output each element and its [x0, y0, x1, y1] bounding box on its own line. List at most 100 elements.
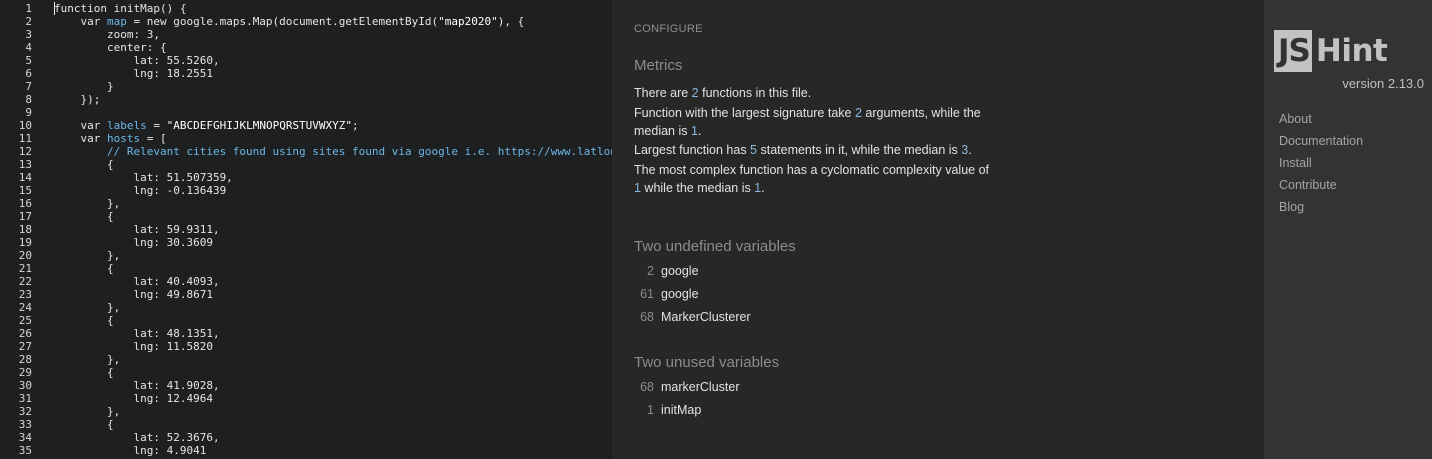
version-label: version 2.13.0	[1342, 76, 1424, 91]
metrics-title: Metrics	[634, 57, 683, 74]
jshint-logo[interactable]: JS Hint	[1274, 30, 1388, 74]
code-token: lat: 59.9311,	[54, 223, 220, 236]
code-content[interactable]: function initMap() { var map = new googl…	[54, 2, 612, 459]
line-number: 8	[25, 93, 32, 106]
code-token: =	[146, 119, 167, 132]
line-number: 29	[18, 366, 32, 379]
code-line[interactable]: lng: 4.9041	[54, 444, 612, 457]
code-token: {	[54, 314, 114, 327]
line-number: 1	[25, 2, 32, 15]
sidebar-item-about[interactable]: About	[1279, 108, 1363, 130]
code-line[interactable]: lat: 55.5260,	[54, 54, 612, 67]
code-token: {	[54, 366, 114, 379]
code-editor[interactable]: 1 2 3 4 5 6 7 8 9 10 11 12 13 14 15 16 17 18 19 20 21 22 23 24 2…	[0, 0, 612, 459]
code-token: ;	[352, 119, 359, 132]
code-line[interactable]: }	[54, 80, 612, 93]
code-line[interactable]: center: {	[54, 41, 612, 54]
line-number: 7	[25, 80, 32, 93]
line-number: 34	[18, 431, 32, 444]
metric-label: functions in this file.	[698, 86, 812, 100]
code-line[interactable]: lat: 40.4093,	[54, 275, 612, 288]
code-line[interactable]: // Relevant cities found using sites fou…	[54, 145, 612, 158]
line-number: 6	[25, 67, 32, 80]
code-line[interactable]: zoom: 3,	[54, 28, 612, 41]
code-token: function initMap() {	[54, 2, 187, 15]
code-line[interactable]: var map = new google.maps.Map(document.g…	[54, 15, 612, 28]
code-line[interactable]: lng: 11.5820	[54, 340, 612, 353]
code-line[interactable]: lng: 49.8671	[54, 288, 612, 301]
line-number: 9	[25, 106, 32, 119]
code-line[interactable]: {	[54, 210, 612, 223]
metric-label: .	[697, 124, 702, 138]
code-token: "map2020"	[438, 15, 498, 28]
code-token: center: {	[54, 41, 167, 54]
code-line[interactable]: },	[54, 197, 612, 210]
variable-line-number: 68	[640, 380, 654, 394]
code-line[interactable]: lng: 18.2551	[54, 67, 612, 80]
sidebar-item-blog[interactable]: Blog	[1279, 196, 1363, 218]
code-line[interactable]: },	[54, 301, 612, 314]
line-number: 22	[18, 275, 32, 288]
sidebar-item-contribute[interactable]: Contribute	[1279, 174, 1363, 196]
sidebar-nav: About Documentation Install Contribute Blog	[1279, 108, 1363, 218]
code-token: lng: 49.8671	[54, 288, 213, 301]
metric-label: .	[968, 143, 972, 157]
code-line[interactable]: {	[54, 314, 612, 327]
code-token: {	[54, 262, 114, 275]
code-token: lat: 55.5260,	[54, 54, 220, 67]
code-token: lng: 18.2551	[54, 67, 213, 80]
metric-text: There are 2 functions in this file.	[634, 84, 994, 102]
code-line[interactable]: {	[54, 418, 612, 431]
code-token: lat: 52.3676,	[54, 431, 220, 444]
code-line[interactable]: lng: 30.3609	[54, 236, 612, 249]
line-number: 35	[18, 444, 32, 457]
code-line[interactable]: lng: 12.4964	[54, 392, 612, 405]
line-number: 26	[18, 327, 32, 340]
code-line[interactable]: {	[54, 158, 612, 171]
code-line[interactable]: lat: 48.1351,	[54, 327, 612, 340]
line-number-gutter: 1 2 3 4 5 6 7 8 9 10 11 12 13 14 15 16 17 18 19 20 21 22 23 24 2…	[0, 2, 36, 459]
code-token: {	[54, 418, 114, 431]
code-token: }	[54, 80, 114, 93]
code-line[interactable]: lat: 51.507359,	[54, 171, 612, 184]
code-line[interactable]: {	[54, 262, 612, 275]
variable-name: google	[661, 287, 699, 301]
undefined-variable-item[interactable]: 61 google	[634, 283, 751, 306]
line-number: 33	[18, 418, 32, 431]
sidebar-item-install[interactable]: Install	[1279, 152, 1363, 174]
line-number: 17	[18, 210, 32, 223]
metric-text: Function with the largest signature take…	[634, 104, 994, 140]
code-line[interactable]: });	[54, 93, 612, 106]
code-line[interactable]: lat: 41.9028,	[54, 379, 612, 392]
sidebar-item-documentation[interactable]: Documentation	[1279, 130, 1363, 152]
code-token: lng: 12.4964	[54, 392, 213, 405]
code-token: = [	[140, 132, 167, 145]
unused-variable-item[interactable]: 68 markerCluster	[634, 376, 739, 399]
code-token: });	[54, 93, 101, 106]
undefined-variable-item[interactable]: 68 MarkerClusterer	[634, 306, 751, 329]
code-token: map	[106, 15, 127, 28]
unused-variable-item[interactable]: 1 initMap	[634, 399, 740, 422]
code-token: lng: 30.3609	[54, 236, 213, 249]
code-line[interactable]: lng: -0.136439	[54, 184, 612, 197]
code-line[interactable]: function initMap() {	[54, 2, 612, 15]
code-line[interactable]: {	[54, 366, 612, 379]
undefined-variable-item[interactable]: 2 google	[634, 260, 751, 283]
code-line[interactable]: lat: 52.3676,	[54, 431, 612, 444]
line-number: 11	[18, 132, 32, 145]
metric-value: 2	[854, 106, 862, 120]
line-number: 18	[18, 223, 32, 236]
code-line[interactable]: },	[54, 405, 612, 418]
code-line[interactable]: },	[54, 353, 612, 366]
line-number: 24	[18, 301, 32, 314]
code-line[interactable]: lat: 59.9311,	[54, 223, 612, 236]
code-line[interactable]: var labels = "ABCDEFGHIJKLMNOPQRSTUVWXYZ…	[54, 119, 612, 132]
line-number: 12	[18, 145, 32, 158]
code-token: ), {	[497, 15, 525, 28]
code-line[interactable]: var hosts = [	[54, 132, 612, 145]
code-line[interactable]: },	[54, 249, 612, 262]
unused-variables-title: Two unused variables	[634, 354, 780, 371]
report-panel: CONFIGURE Metrics There are 2 functions …	[612, 0, 1264, 459]
configure-link[interactable]: CONFIGURE	[634, 23, 703, 35]
code-line[interactable]	[54, 106, 612, 119]
